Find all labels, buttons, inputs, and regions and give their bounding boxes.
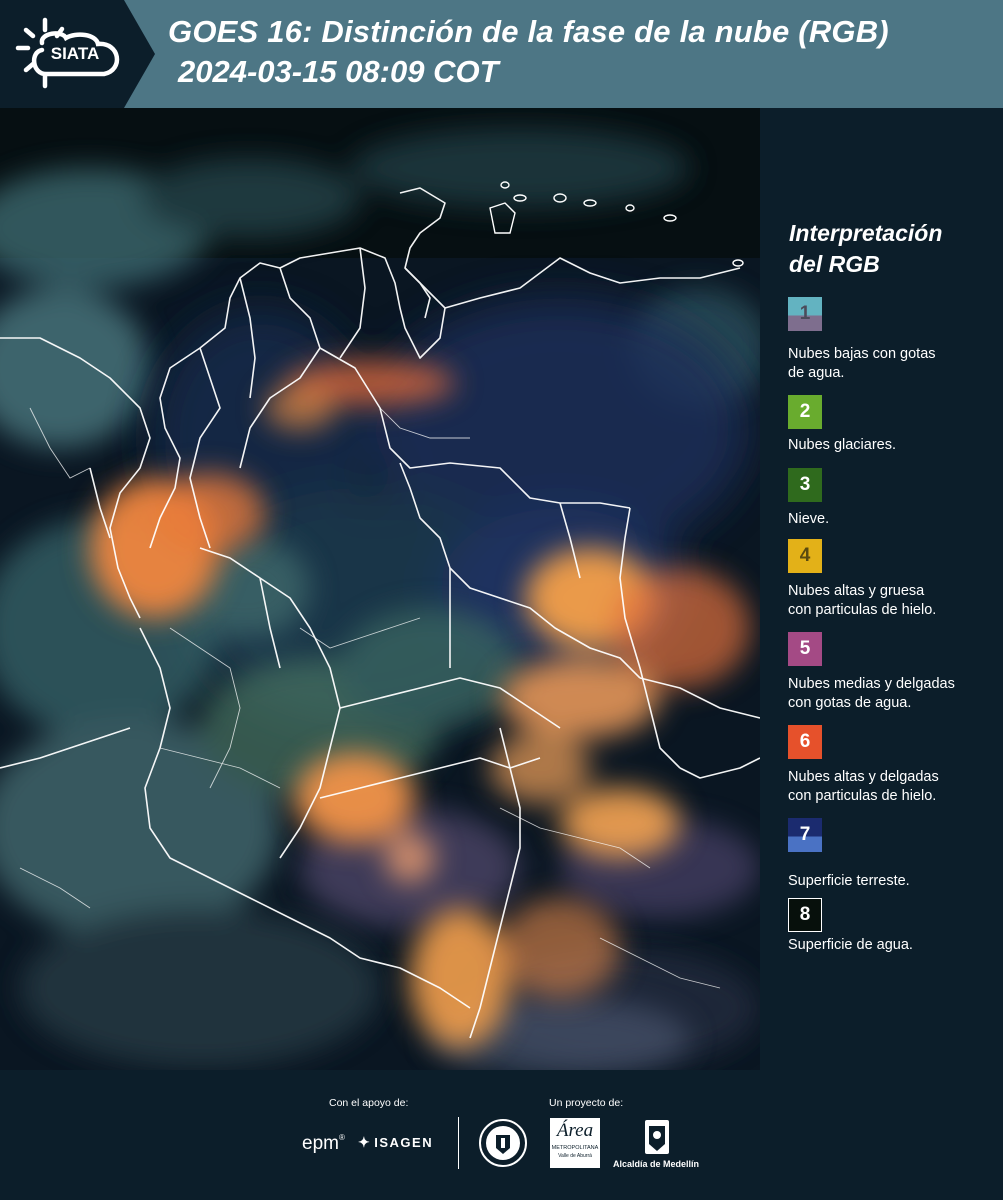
legend-swatch-1: 1 [788,297,822,331]
epm-logo-text: epm [302,1133,339,1154]
legend-swatch-8: 8 [788,898,822,932]
area-logo-sub1: METROPOLITANA [551,1145,599,1151]
municipio-seal-icon [478,1118,528,1173]
legend-label-5: Nubes medias y delgadas con gotas de agua… [788,675,998,713]
siata-logo-background: SIATA [0,0,155,108]
legend-swatch-3: 3 [788,468,822,502]
legend-label-line2: con particulas de hielo. [788,788,937,804]
header-bar: SIATA GOES 16: Distinción de la fase de … [0,0,1003,108]
legend-label-line2: con gotas de agua. [788,695,912,711]
isagen-logo-text: ISAGEN [374,1135,434,1150]
footer-divider [458,1117,459,1169]
legend-swatch-number: 7 [799,824,811,845]
legend-swatch-number: 4 [799,545,811,566]
alcaldia-seal-icon [643,1118,671,1163]
legend-label-7: Superficie terreste. [788,872,998,891]
page-timestamp: 2024-03-15 08:09 COT [178,54,499,89]
legend-swatch-4: 4 [788,539,822,573]
alcaldia-logo-text: Alcaldía de Medellín [613,1159,700,1169]
legend-title: Interpretación del RGB [789,218,989,280]
satellite-image [0,108,760,1070]
legend-label-3: Nieve. [788,510,998,529]
legend-label-8: Superficie de agua. [788,936,998,955]
legend-swatch-7: 7 [788,818,822,852]
footer-bar: Con el apoyo de: Un proyecto de: epm® ✦ I… [0,1070,1003,1200]
siata-logo-block: SIATA [0,0,155,108]
siata-logo-text: SIATA [51,44,99,63]
rgb-legend: Interpretación del RGB 1 Nubes bajas con … [760,108,1003,1070]
legend-swatch-number: 2 [799,401,811,422]
legend-label-2: Nubes glaciares. [788,436,998,455]
legend-label-line1: Nubes altas y gruesa [788,583,925,599]
legend-title-line2: del RGB [789,251,880,277]
area-metropolitana-logo-icon: Área METROPOLITANA Valle de Aburrá [550,1118,600,1168]
legend-swatch-5: 5 [788,632,822,666]
legend-label-line1: Nubes bajas con gotas [788,346,936,362]
legend-swatch-number: 1 [799,303,811,324]
legend-title-line1: Interpretación [789,220,943,246]
satellite-rgb-map [0,108,760,1070]
legend-label-line1: Superficie terreste. [788,873,910,889]
legend-label-line2: con particulas de hielo. [788,602,937,618]
legend-label-1: Nubes bajas con gotas de agua. [788,345,998,383]
project-label: Un proyecto de: [549,1097,624,1109]
legend-swatch-number: 8 [799,904,811,925]
area-logo-main: Área [556,1120,594,1141]
legend-swatch-6: 6 [788,725,822,759]
page-title: GOES 16: Distinción de la fase de la nub… [168,14,889,49]
legend-swatch-number: 3 [799,474,811,495]
legend-label-line1: Nubes medias y delgadas [788,676,955,692]
area-logo-sub2: Valle de Aburrá [558,1153,592,1159]
support-label: Con el apoyo de: [329,1097,409,1109]
legend-swatch-2: 2 [788,395,822,429]
legend-swatch-number: 6 [799,731,811,752]
legend-swatch-number: 5 [799,638,811,659]
legend-label-line1: Nieve. [788,511,830,527]
legend-label-line1: Superficie de agua. [788,937,913,953]
legend-label-6: Nubes altas y delgadas con particulas de … [788,768,998,806]
legend-label-line2: de agua. [788,365,845,381]
legend-label-line1: Nubes altas y delgadas [788,769,939,785]
isagen-logo-icon: ✦ ISAGEN [358,1134,434,1150]
legend-label-4: Nubes altas y gruesa con particulas de hi… [788,582,998,620]
epm-logo-icon: epm® [302,1133,345,1154]
legend-label-line1: Nubes glaciares. [788,437,896,453]
